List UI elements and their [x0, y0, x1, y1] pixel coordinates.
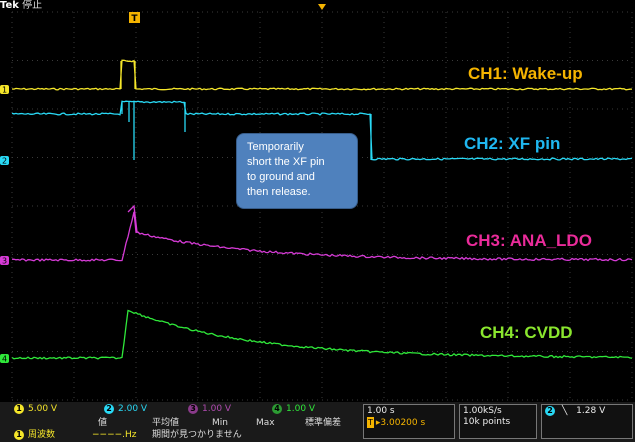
ch3-scale-value: 1.00 V — [202, 404, 232, 414]
trigger-slope-icon: ╲ — [561, 406, 568, 416]
ch3-marker-label: 3 — [2, 257, 7, 266]
ch4-marker-label: 4 — [2, 355, 7, 364]
trigger-source-badge: 2 — [545, 406, 555, 416]
status-bar: 1 5.00 V 2 2.00 V 3 1.00 V 4 1.00 V 値 平均値 Mi… — [0, 402, 635, 442]
label-ch1: CH1: Wake-up — [468, 64, 583, 83]
ch3-scale[interactable]: 3 1.00 V — [188, 404, 231, 415]
sample-rate: 1.00kS/s — [463, 406, 502, 416]
ch1-ground-marker[interactable]: 1 — [0, 85, 9, 95]
callout-line: short the XF pin — [247, 156, 325, 168]
trigger-box[interactable]: 2 ╲ 1.28 V — [541, 404, 633, 439]
measure-header-value: 値 — [98, 418, 108, 428]
measure-value: −−−−.Hz — [92, 430, 137, 440]
label-ch3: CH3: ANA_LDO — [466, 231, 592, 250]
ch2-scale-value: 2.00 V — [118, 404, 148, 414]
ch4-badge: 4 — [272, 404, 282, 414]
measure-header-mean: 平均値 — [152, 418, 180, 428]
callout-line: to ground and — [247, 171, 315, 183]
ch2-scale[interactable]: 2 2.00 V — [104, 404, 147, 415]
label-ch2: CH2: XF pin — [464, 134, 561, 153]
scope-header: Tek 停止 — [0, 0, 42, 11]
timebase-box[interactable]: 1.00 s T ▸3.00200 s — [363, 404, 455, 439]
callout-line: Temporarily — [247, 141, 304, 153]
measure-ch-badge: 1 — [14, 430, 24, 440]
measure-name: 周波数 — [28, 430, 56, 440]
ch1-scale-value: 5.00 V — [28, 404, 58, 414]
trigger-position-marker-icon[interactable] — [318, 4, 326, 10]
measure-header-min: Min — [212, 418, 228, 428]
trigger-position-icon: T — [367, 417, 374, 428]
trigger-t-label: T — [131, 14, 138, 24]
ch4-scale[interactable]: 4 1.00 V — [272, 404, 315, 415]
measure-header-stddev: 標準偏差 — [305, 418, 342, 428]
annotation-callout: Temporarily short the XF pin to ground a… — [236, 133, 358, 209]
ch2-badge: 2 — [104, 404, 114, 414]
trigger-level: 1.28 V — [576, 406, 606, 416]
callout-line: then release. — [247, 186, 311, 198]
ch3-ground-marker[interactable]: 3 — [0, 256, 9, 266]
label-ch4: CH4: CVDD — [480, 323, 573, 342]
acquisition-box[interactable]: 1.00kS/s 10k points — [459, 404, 537, 439]
measurement-row[interactable]: 1 周波数 — [14, 430, 55, 441]
ch1-badge: 1 — [14, 404, 24, 414]
ch3-badge: 3 — [188, 404, 198, 414]
trigger-position: T ▸3.00200 s — [367, 417, 451, 429]
measure-status: 期間が見つかりません — [152, 430, 242, 440]
tek-logo: Tek — [0, 0, 19, 11]
ch2-marker-label: 2 — [2, 157, 7, 166]
ch2-ground-marker[interactable]: 2 — [0, 156, 9, 166]
ch4-ground-marker[interactable]: 4 — [0, 354, 9, 364]
measure-header-max: Max — [256, 418, 275, 428]
trigger-position-value: ▸3.00200 s — [375, 418, 426, 428]
acquisition-state: 停止 — [22, 0, 43, 11]
timebase-scale: 1.00 s — [367, 406, 395, 416]
ch1-scale[interactable]: 1 5.00 V — [14, 404, 57, 415]
ch1-marker-label: 1 — [2, 86, 7, 95]
ch4-scale-value: 1.00 V — [286, 404, 316, 414]
record-length: 10k points — [463, 417, 511, 427]
